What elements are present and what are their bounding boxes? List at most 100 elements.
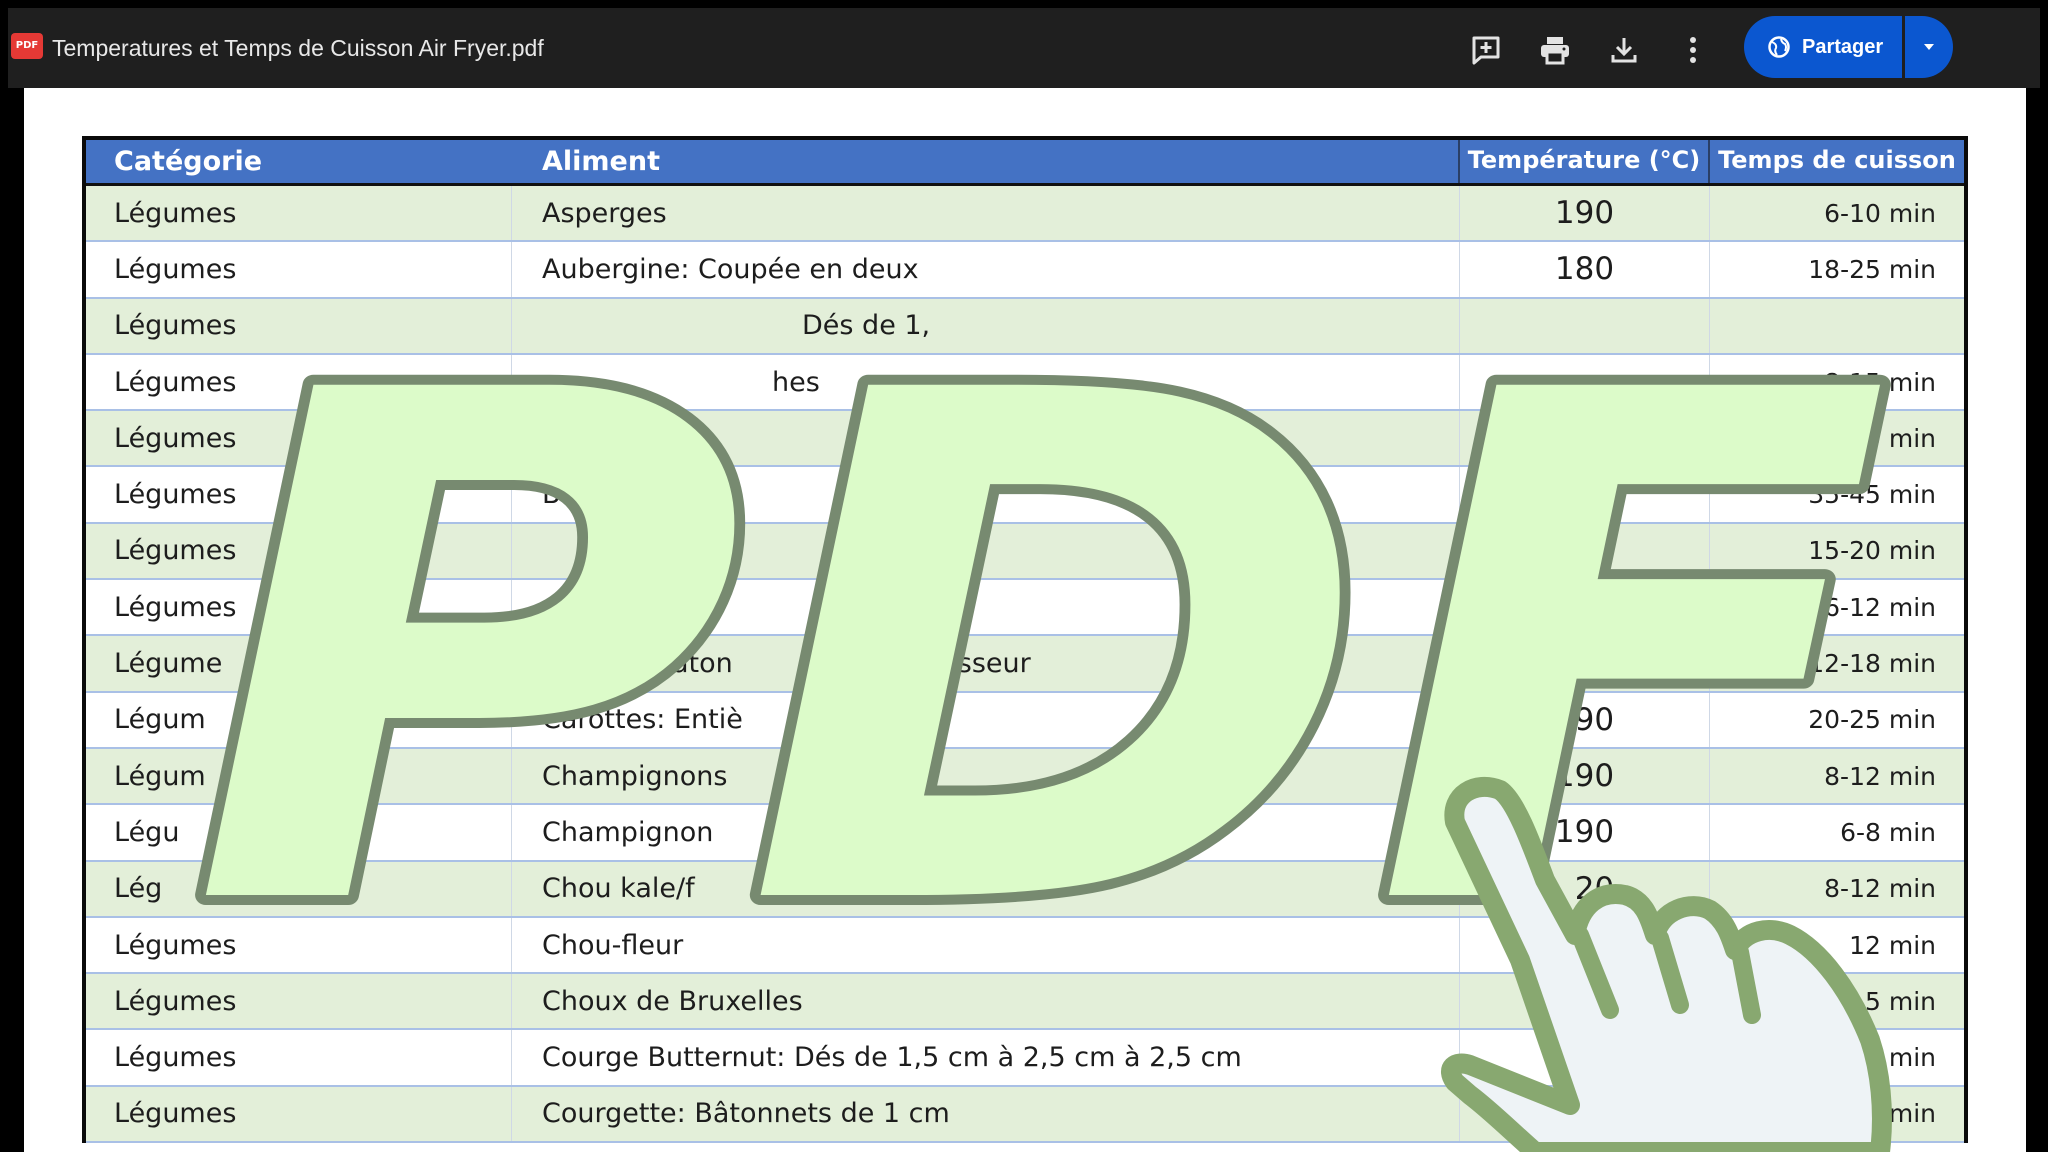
more-vert-icon (1690, 37, 1696, 63)
cell-food-fragment: ou (887, 760, 922, 792)
share-button[interactable]: Partager (1744, 16, 1902, 78)
table-header: Catégorie Aliment Température (°C) Temps… (86, 140, 1964, 186)
cell-category: Légumes (86, 580, 512, 635)
header-time: Temps de cuisson (1718, 146, 1956, 174)
cell-food: Asperges (512, 186, 1460, 241)
download-icon (1611, 38, 1637, 63)
download-button[interactable] (1602, 28, 1646, 72)
cell-temperature (1460, 523, 1710, 579)
cell-category: Légumes (86, 1030, 512, 1085)
cell-time: 8-15 min (1824, 367, 1936, 397)
cell-food: Carottes: Entiè (512, 692, 1460, 747)
cell-category: Légumes (86, 186, 512, 241)
cell-food: Champignon (512, 805, 1460, 860)
cell-temperature (1460, 917, 1710, 973)
table-row: Légumes Chou-fleur 12 min (86, 917, 1964, 975)
cell-food: Dés de 1, (512, 298, 1460, 353)
pdf-viewer-toolbar: PDF Temperatures et Temps de Cuisson Air… (8, 8, 2040, 88)
cell-temperature: 190 (1460, 692, 1710, 747)
caret-down-icon (1924, 44, 1934, 50)
cell-temperature (1460, 298, 1710, 353)
cell-category: Légumes (86, 974, 512, 1029)
cell-temperature (1460, 1086, 1710, 1142)
cell-time: 8-12 min (1824, 874, 1936, 904)
table-row: Légume aton sseur 190 12-18 min (86, 636, 1964, 693)
cell-time: 6-12 min (1824, 592, 1936, 622)
cell-category: Légumes (86, 1086, 512, 1142)
pdf-file-icon: PDF (11, 33, 43, 59)
cell-category: Légumes (86, 354, 512, 410)
cell-time: 6-8 min (1840, 817, 1936, 847)
cell-time: 6-10 min (1824, 198, 1936, 228)
cell-food (512, 580, 1460, 635)
cell-food: hes (512, 354, 1460, 410)
cell-time: 8-12 min (1824, 761, 1936, 791)
cell-time (1710, 299, 1964, 353)
cell-time: 12 min (1849, 930, 1936, 960)
table-row: Légumes Aubergine: Coupée en deux 180 18… (86, 242, 1964, 299)
cell-temperature-fragment: 20 (1574, 870, 1615, 907)
cell-temperature: 180 (1460, 242, 1710, 297)
header-food: Aliment (512, 140, 1460, 183)
cell-food: Aubergine: Coupée en deux (512, 242, 1460, 297)
cell-category: Lég (86, 861, 512, 916)
cell-time: 15-20 min (1808, 536, 1936, 566)
cell-temperature (1460, 1030, 1710, 1085)
cell-food: Champignons ou (512, 748, 1460, 804)
cell-food: Courge Butternut: Dés de 1,5 cm à 2,5 cm… (512, 1030, 1460, 1085)
table-row: Légumes 6-12 min (86, 580, 1964, 637)
cell-time: 18-25 min (1808, 254, 1936, 284)
add-comment-button[interactable] (1464, 28, 1508, 72)
cell-temperature: 190 (1460, 805, 1710, 860)
cell-category: Légumes (86, 523, 512, 579)
add-comment-icon (1472, 36, 1500, 65)
cell-food-fragment: sseur (957, 648, 1031, 680)
table-row: Légumes Courgette: Bâtonnets de 1 cm min (86, 1086, 1964, 1144)
header-temperature: Température (°C) (1460, 140, 1710, 183)
table-row: Légumes Dés de 1, (86, 298, 1964, 355)
table-row: Lég Chou kale/f 20 8-12 min (86, 861, 1964, 918)
cell-food (512, 523, 1460, 579)
cell-category: Légumes (86, 242, 512, 297)
cell-time: 35-45 min (1808, 480, 1936, 510)
cell-category: Légu (86, 805, 512, 860)
table-row: Légumes hes 8-15 min (86, 354, 1964, 412)
print-button[interactable] (1533, 28, 1577, 72)
cell-food: Courgette: Bâtonnets de 1 cm (512, 1086, 1460, 1142)
table-row: Légumes 15-20 min (86, 523, 1964, 581)
cell-category: Légum (86, 748, 512, 804)
cell-temperature: 20 (1460, 861, 1710, 916)
cooking-table: Catégorie Aliment Température (°C) Temps… (82, 136, 1968, 1144)
cell-temperature (1460, 580, 1710, 635)
cell-temperature-fragment: 0 (1589, 476, 1610, 513)
cell-category: Légumes (86, 467, 512, 522)
document-title: Temperatures et Temps de Cuisson Air Fry… (52, 35, 544, 61)
cell-temperature: 190 (1460, 748, 1710, 804)
share-label: Partager (1802, 35, 1884, 58)
share-dropdown-button[interactable] (1905, 16, 1953, 78)
table-row: Légumes B 20-25 min (86, 411, 1964, 468)
cell-time: 20-25 min (1808, 705, 1936, 735)
table-row: Légumes Choux de Bruxelles 5 min (86, 974, 1964, 1031)
cell-temperature: 190 (1460, 636, 1710, 691)
cell-food: Chou-fleur (512, 917, 1460, 973)
cell-category: Légumes (86, 411, 512, 466)
cell-category: Légumes (86, 917, 512, 973)
cell-time: 5 min (1865, 986, 1936, 1016)
cell-food: Chou kale/f (512, 861, 1460, 916)
cell-food-fragment: Dés de 1, (802, 310, 931, 342)
cell-food: Choux de Bruxelles (512, 974, 1460, 1029)
cell-temperature (1460, 974, 1710, 1029)
cell-category: Légume (86, 636, 512, 691)
table-row: Légu Champignon 190 6-8 min (86, 805, 1964, 862)
table-row: Légum Champignons ou 190 8-12 min (86, 748, 1964, 806)
cell-temperature: 190 (1460, 186, 1710, 241)
header-category: Catégorie (114, 146, 263, 177)
table-row: Légumes B 0 35-45 min (86, 467, 1964, 524)
cell-time: min (1888, 1099, 1936, 1129)
cell-food-fragment: hes (772, 366, 820, 398)
more-options-button[interactable] (1671, 28, 1715, 72)
cell-food-text: Champignons (542, 760, 728, 792)
cell-temperature (1460, 411, 1710, 466)
pdf-page: Catégorie Aliment Température (°C) Temps… (24, 88, 2026, 1152)
